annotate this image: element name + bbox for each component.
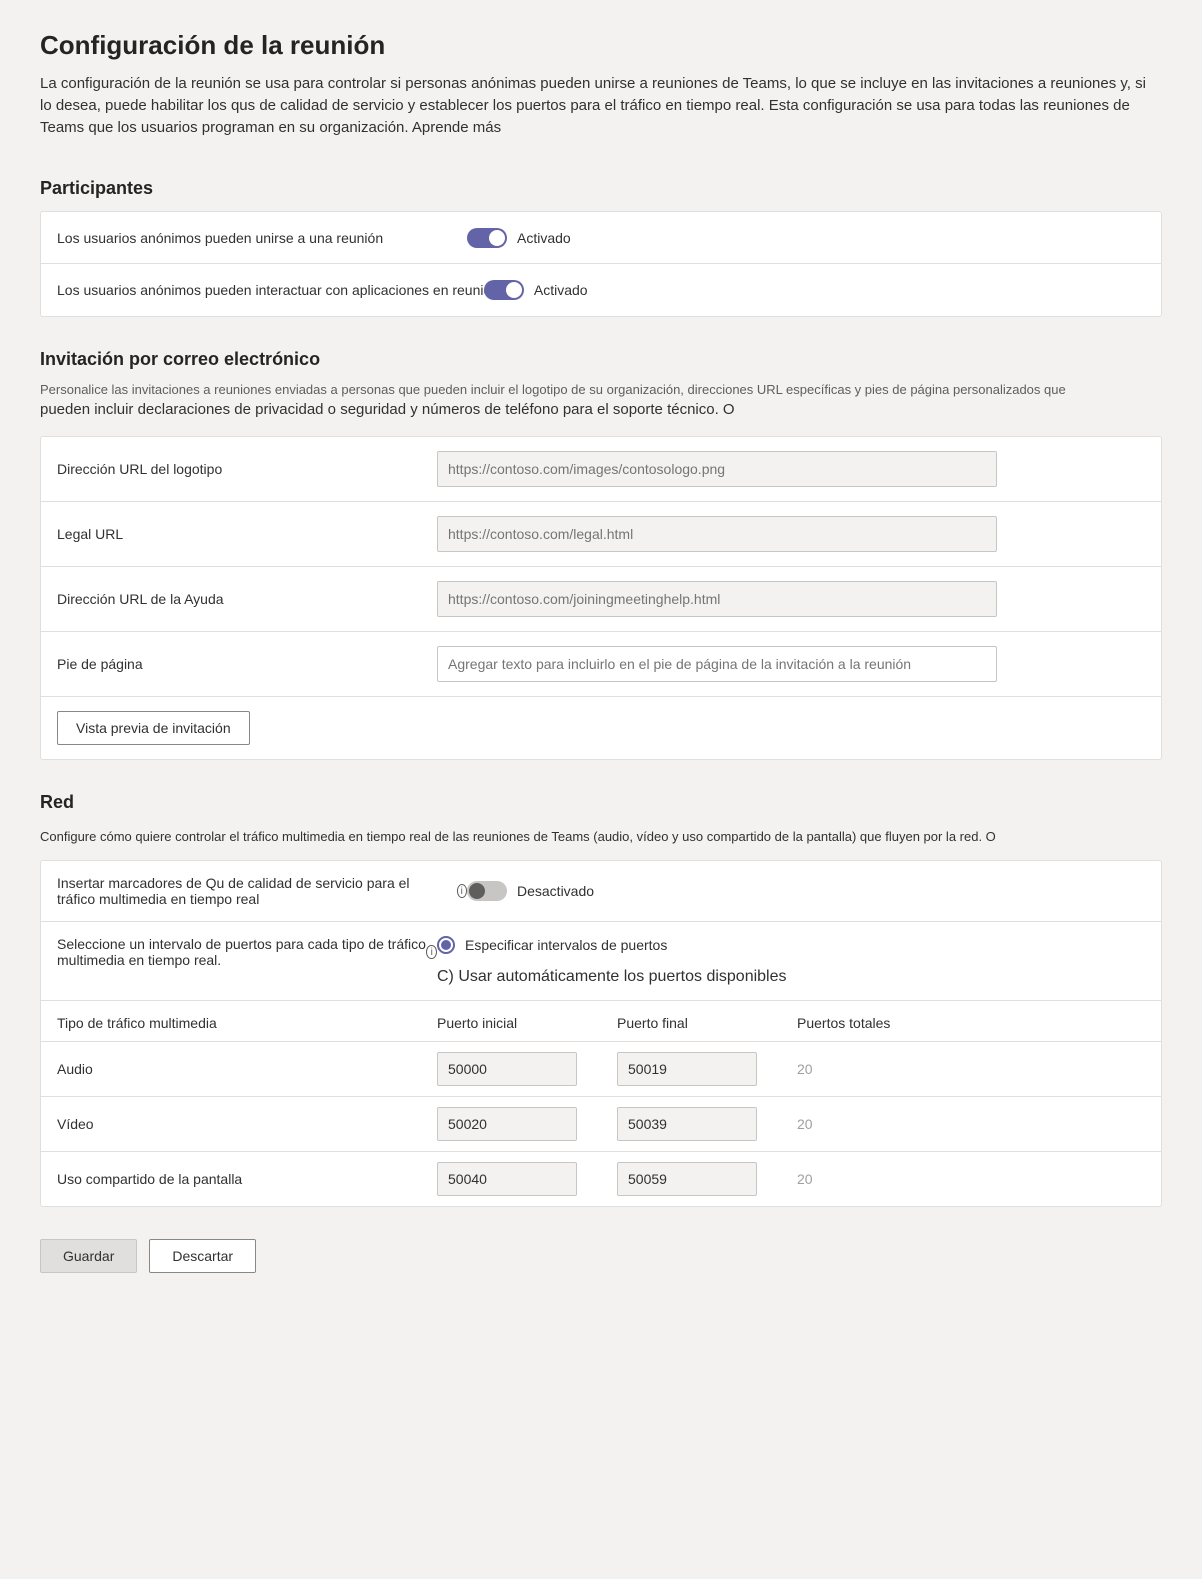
screen-start-input[interactable]: [437, 1162, 577, 1196]
help-url-label: Dirección URL de la Ayuda: [57, 591, 437, 607]
qos-label: Insertar marcadores de Qu de calidad de …: [57, 875, 467, 907]
footer-input[interactable]: [437, 646, 997, 682]
logo-url-input[interactable]: [437, 451, 997, 487]
anon-apps-row: Los usuarios anónimos pueden interactuar…: [41, 264, 1161, 316]
email-panel: Dirección URL del logotipo Legal URL Dir…: [40, 436, 1162, 760]
legal-url-row: Legal URL: [41, 502, 1161, 567]
port-type: Audio: [57, 1061, 437, 1077]
discard-button[interactable]: Descartar: [149, 1239, 256, 1273]
footer-label: Pie de página: [57, 656, 437, 672]
email-desc-bold: pueden incluir declaraciones de privacid…: [40, 401, 1162, 418]
table-row: Vídeo 20: [41, 1097, 1161, 1152]
anon-join-toggle[interactable]: [467, 228, 507, 248]
network-panel: Insertar marcadores de Qu de calidad de …: [40, 860, 1162, 1207]
screen-total: 20: [797, 1171, 917, 1187]
preview-row: Vista previa de invitación: [41, 697, 1161, 759]
page-description: La configuración de la reunión se usa pa…: [40, 73, 1160, 138]
logo-url-label: Dirección URL del logotipo: [57, 461, 437, 477]
port-mode-text: Seleccione un intervalo de puertos para …: [57, 936, 440, 968]
network-desc: Configure cómo quiere controlar el tráfi…: [40, 829, 1162, 844]
radio-specify-ports[interactable]: [437, 936, 455, 954]
save-button[interactable]: Guardar: [40, 1239, 137, 1273]
qos-row: Insertar marcadores de Qu de calidad de …: [41, 861, 1161, 922]
port-mode-label: Seleccione un intervalo de puertos para …: [57, 936, 437, 968]
logo-url-row: Dirección URL del logotipo: [41, 437, 1161, 502]
port-mode-row: Seleccione un intervalo de puertos para …: [41, 922, 1161, 1001]
page-title: Configuración de la reunión: [40, 30, 1162, 61]
qos-toggle[interactable]: [467, 881, 507, 901]
footer-row: Pie de página: [41, 632, 1161, 697]
th-type: Tipo de tráfico multimedia: [57, 1015, 437, 1031]
th-total: Puertos totales: [797, 1015, 917, 1031]
audio-total: 20: [797, 1061, 917, 1077]
video-start-input[interactable]: [437, 1107, 577, 1141]
info-icon[interactable]: i: [457, 884, 467, 898]
audio-end-input[interactable]: [617, 1052, 757, 1086]
qos-label-text: Insertar marcadores de Qu de calidad de …: [57, 875, 451, 907]
anon-join-state: Activado: [517, 230, 571, 246]
participants-panel: Los usuarios anónimos pueden unirse a un…: [40, 211, 1162, 317]
screen-end-input[interactable]: [617, 1162, 757, 1196]
table-row: Uso compartido de la pantalla 20: [41, 1152, 1161, 1206]
audio-start-input[interactable]: [437, 1052, 577, 1086]
anon-apps-toggle[interactable]: [484, 280, 524, 300]
table-row: Audio 20: [41, 1042, 1161, 1097]
port-type: Uso compartido de la pantalla: [57, 1171, 437, 1187]
help-url-row: Dirección URL de la Ayuda: [41, 567, 1161, 632]
preview-invite-button[interactable]: Vista previa de invitación: [57, 711, 250, 745]
radio-auto-ports[interactable]: C) Usar automáticamente los puertos disp…: [437, 968, 787, 986]
footer-actions: Guardar Descartar: [40, 1239, 1162, 1273]
email-desc-small: Personalice las invitaciones a reuniones…: [40, 382, 1162, 397]
ports-table-header: Tipo de tráfico multimedia Puerto inicia…: [41, 1001, 1161, 1042]
qos-state: Desactivado: [517, 883, 594, 899]
legal-url-input[interactable]: [437, 516, 997, 552]
participants-heading: Participantes: [40, 178, 1162, 199]
video-total: 20: [797, 1116, 917, 1132]
email-heading: Invitación por correo electrónico: [40, 349, 1162, 370]
anon-join-row: Los usuarios anónimos pueden unirse a un…: [41, 212, 1161, 264]
port-type: Vídeo: [57, 1116, 437, 1132]
video-end-input[interactable]: [617, 1107, 757, 1141]
anon-join-label: Los usuarios anónimos pueden unirse a un…: [57, 230, 467, 246]
legal-url-label: Legal URL: [57, 526, 437, 542]
help-url-input[interactable]: [437, 581, 997, 617]
anon-apps-state: Activado: [534, 282, 588, 298]
network-heading: Red: [40, 792, 1162, 813]
radio-specify-label: Especificar intervalos de puertos: [465, 937, 667, 953]
anon-apps-label: Los usuarios anónimos pueden interactuar…: [57, 282, 514, 298]
th-start: Puerto inicial: [437, 1015, 617, 1031]
th-end: Puerto final: [617, 1015, 797, 1031]
